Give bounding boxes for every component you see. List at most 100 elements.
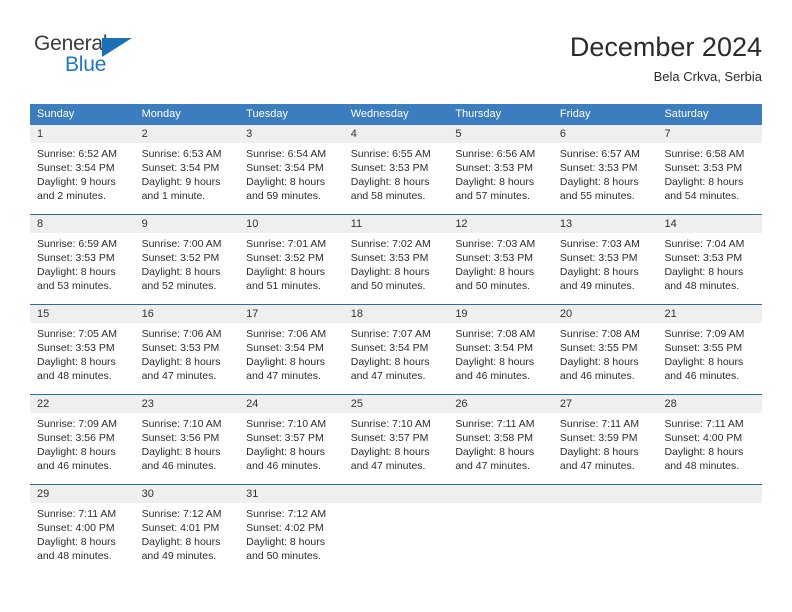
day-detail-line: and 54 minutes.	[664, 190, 740, 202]
day-detail-line: Sunrise: 7:04 AM	[664, 238, 745, 250]
day-details: Sunrise: 7:07 AM Sunset: 3:54 PM Daylight:…	[344, 323, 449, 383]
day-detail-line: and 50 minutes.	[350, 280, 426, 292]
calendar-day-cell[interactable]: 6 Sunrise: 6:57 AM Sunset: 3:53 PM Daylight…	[552, 125, 658, 214]
day-detail-line: Sunrise: 6:56 AM	[455, 148, 536, 160]
day-number: 8	[30, 215, 135, 233]
day-detail-line: and 53 minutes.	[37, 280, 112, 292]
day-detail-line: Sunrise: 6:53 AM	[141, 148, 222, 160]
calendar-day-cell[interactable]: 31 Sunrise: 7:12 AM Sunset: 4:02 PM Dayligh…	[239, 485, 344, 574]
day-detail-line: Sunset: 3:56 PM	[141, 432, 220, 444]
calendar-day-cell[interactable]: 16 Sunrise: 7:06 AM Sunset: 3:53 PM Dayligh…	[134, 305, 240, 394]
day-number: 9	[134, 215, 240, 233]
calendar-day-cell-empty	[448, 485, 553, 574]
calendar-day-cell[interactable]: 18 Sunrise: 7:07 AM Sunset: 3:54 PM Dayligh…	[343, 305, 449, 394]
page-title: December 2024	[569, 32, 762, 62]
calendar-day-cell[interactable]: 7 Sunrise: 6:58 AM Sunset: 3:53 PM Daylight…	[657, 125, 763, 214]
day-detail-line: Sunrise: 6:52 AM	[37, 148, 117, 160]
day-details: Sunrise: 7:10 AM Sunset: 3:56 PM Daylight:…	[135, 413, 240, 473]
calendar-day-cell[interactable]: 2 Sunrise: 6:53 AM Sunset: 3:54 PM Daylight…	[134, 125, 240, 214]
day-number: 4	[343, 125, 449, 143]
calendar-day-cell[interactable]: 29 Sunrise: 7:11 AM Sunset: 4:00 PM Dayligh…	[30, 485, 135, 574]
calendar-day-cell[interactable]: 4 Sunrise: 6:55 AM Sunset: 3:53 PM Daylight…	[343, 125, 449, 214]
day-detail-line: Daylight: 8 hours	[664, 176, 744, 188]
day-detail-line: Daylight: 8 hours	[455, 266, 535, 278]
day-detail-line: Daylight: 8 hours	[246, 356, 325, 368]
day-detail-line: Sunset: 4:01 PM	[141, 522, 220, 534]
day-detail-line: Daylight: 8 hours	[37, 266, 116, 278]
day-number: 24	[239, 395, 344, 413]
weekday-header-tuesday: Tuesday	[246, 108, 288, 120]
calendar-day-cell[interactable]: 13 Sunrise: 7:03 AM Sunset: 3:53 PM Dayligh…	[552, 215, 658, 304]
calendar-day-cell[interactable]: 21 Sunrise: 7:09 AM Sunset: 3:55 PM Dayligh…	[657, 305, 763, 394]
day-detail-line: Daylight: 8 hours	[141, 266, 221, 278]
calendar-day-cell[interactable]: 15 Sunrise: 7:05 AM Sunset: 3:53 PM Dayligh…	[30, 305, 135, 394]
brand-logo[interactable]: General Blue	[34, 32, 164, 88]
calendar-day-cell[interactable]: 5 Sunrise: 6:56 AM Sunset: 3:53 PM Daylight…	[448, 125, 553, 214]
calendar-day-cell-empty	[552, 485, 658, 574]
calendar-day-cell[interactable]: 17 Sunrise: 7:06 AM Sunset: 3:54 PM Dayligh…	[239, 305, 344, 394]
day-detail-line: Sunrise: 7:12 AM	[141, 508, 222, 520]
day-detail-line: Sunset: 4:00 PM	[664, 432, 743, 444]
day-detail-line: Daylight: 8 hours	[246, 446, 325, 458]
day-detail-line: Sunrise: 6:55 AM	[350, 148, 431, 160]
day-detail-line: and 48 minutes.	[664, 460, 740, 472]
day-number: 27	[552, 395, 658, 413]
day-detail-line: Sunset: 3:54 PM	[246, 162, 324, 174]
day-detail-line: Sunrise: 7:05 AM	[37, 328, 117, 340]
day-detail-line: Sunrise: 7:10 AM	[141, 418, 222, 430]
day-number	[448, 485, 553, 503]
calendar-day-cell[interactable]: 11 Sunrise: 7:02 AM Sunset: 3:53 PM Dayligh…	[343, 215, 449, 304]
day-detail-line: and 57 minutes.	[455, 190, 531, 202]
calendar-week-row: 22 Sunrise: 7:09 AM Sunset: 3:56 PM Dayligh…	[30, 394, 763, 484]
calendar-day-cell[interactable]: 9 Sunrise: 7:00 AM Sunset: 3:52 PM Daylight…	[134, 215, 240, 304]
calendar-day-cell[interactable]: 20 Sunrise: 7:08 AM Sunset: 3:55 PM Dayligh…	[552, 305, 658, 394]
day-detail-line: Sunrise: 7:09 AM	[664, 328, 745, 340]
page-subtitle: Bela Crkva, Serbia	[653, 69, 762, 84]
day-detail-line: and 2 minutes.	[37, 190, 106, 202]
calendar-day-cell[interactable]: 28 Sunrise: 7:11 AM Sunset: 4:00 PM Dayligh…	[657, 395, 763, 484]
calendar-day-cell[interactable]: 1 Sunrise: 6:52 AM Sunset: 3:54 PM Daylight…	[30, 125, 135, 214]
day-number: 26	[448, 395, 553, 413]
day-details: Sunrise: 6:57 AM Sunset: 3:53 PM Daylight:…	[553, 143, 658, 203]
day-detail-line: Sunset: 4:00 PM	[37, 522, 115, 534]
day-detail-line: and 48 minutes.	[37, 550, 112, 562]
calendar-day-cell[interactable]: 25 Sunrise: 7:10 AM Sunset: 3:57 PM Dayligh…	[343, 395, 449, 484]
calendar-day-cell[interactable]: 22 Sunrise: 7:09 AM Sunset: 3:56 PM Dayligh…	[30, 395, 135, 484]
calendar-week-row: 8 Sunrise: 6:59 AM Sunset: 3:53 PM Daylight…	[30, 214, 763, 304]
day-detail-line: Sunrise: 7:10 AM	[350, 418, 431, 430]
day-number: 14	[657, 215, 763, 233]
day-detail-line: Daylight: 8 hours	[350, 266, 430, 278]
day-detail-line: Daylight: 8 hours	[350, 446, 430, 458]
day-details: Sunrise: 7:11 AM Sunset: 4:00 PM Daylight:…	[30, 503, 135, 563]
calendar-day-cell[interactable]: 12 Sunrise: 7:03 AM Sunset: 3:53 PM Dayligh…	[448, 215, 553, 304]
calendar-day-cell[interactable]: 14 Sunrise: 7:04 AM Sunset: 3:53 PM Dayligh…	[657, 215, 763, 304]
calendar-day-cell[interactable]: 24 Sunrise: 7:10 AM Sunset: 3:57 PM Dayligh…	[239, 395, 344, 484]
calendar-day-cell[interactable]: 27 Sunrise: 7:11 AM Sunset: 3:59 PM Dayligh…	[552, 395, 658, 484]
calendar-week-row: 15 Sunrise: 7:05 AM Sunset: 3:53 PM Dayligh…	[30, 304, 763, 394]
day-details: Sunrise: 7:08 AM Sunset: 3:55 PM Daylight:…	[553, 323, 658, 383]
title-block: December 2024 Bela Crkva, Serbia	[570, 30, 762, 86]
day-details: Sunrise: 7:12 AM Sunset: 4:02 PM Daylight:…	[239, 503, 344, 563]
day-details: Sunrise: 7:08 AM Sunset: 3:54 PM Daylight:…	[448, 323, 553, 383]
calendar-day-cell[interactable]: 26 Sunrise: 7:11 AM Sunset: 3:58 PM Dayligh…	[448, 395, 553, 484]
day-number: 30	[134, 485, 240, 503]
day-detail-line: Daylight: 8 hours	[664, 356, 744, 368]
calendar-day-cell[interactable]: 23 Sunrise: 7:10 AM Sunset: 3:56 PM Dayligh…	[134, 395, 240, 484]
day-detail-line: Sunrise: 7:03 AM	[455, 238, 536, 250]
calendar-day-cell[interactable]: 3 Sunrise: 6:54 AM Sunset: 3:54 PM Daylight…	[239, 125, 344, 214]
day-detail-line: Daylight: 8 hours	[141, 536, 221, 548]
calendar-day-cell[interactable]: 10 Sunrise: 7:01 AM Sunset: 3:52 PM Dayligh…	[239, 215, 344, 304]
day-details: Sunrise: 7:03 AM Sunset: 3:53 PM Daylight:…	[553, 233, 658, 293]
day-number: 21	[657, 305, 763, 323]
day-details: Sunrise: 7:11 AM Sunset: 4:00 PM Daylight:…	[657, 413, 762, 473]
day-detail-line: and 55 minutes.	[559, 190, 635, 202]
calendar-day-cell[interactable]: 8 Sunrise: 6:59 AM Sunset: 3:53 PM Daylight…	[30, 215, 135, 304]
day-number: 17	[239, 305, 344, 323]
day-detail-line: Sunrise: 7:06 AM	[141, 328, 222, 340]
day-detail-line: Sunset: 4:02 PM	[246, 522, 324, 534]
day-detail-line: and 47 minutes.	[141, 370, 217, 382]
day-detail-line: Sunset: 3:52 PM	[246, 252, 324, 264]
calendar-day-cell[interactable]: 30 Sunrise: 7:12 AM Sunset: 4:01 PM Dayligh…	[134, 485, 240, 574]
weekday-header-row: Sunday Monday Tuesday Wednesday Thursday Frid…	[30, 104, 762, 125]
calendar-day-cell[interactable]: 19 Sunrise: 7:08 AM Sunset: 3:54 PM Dayligh…	[448, 305, 553, 394]
